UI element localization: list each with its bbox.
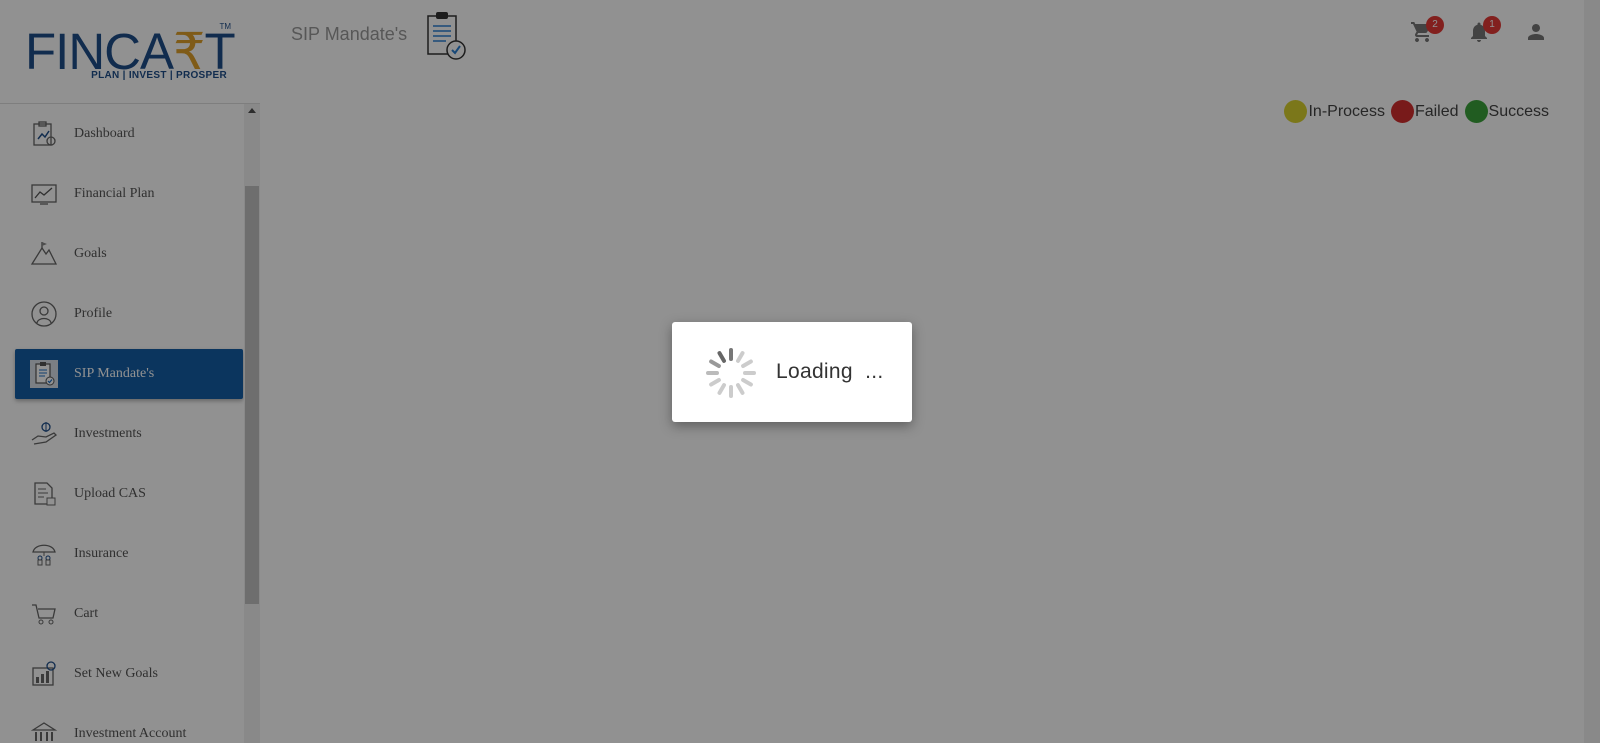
loading-text: Loading ... [776,360,884,383]
loading-spinner-icon [706,348,756,398]
loading-dialog: Loading ... [672,322,912,422]
